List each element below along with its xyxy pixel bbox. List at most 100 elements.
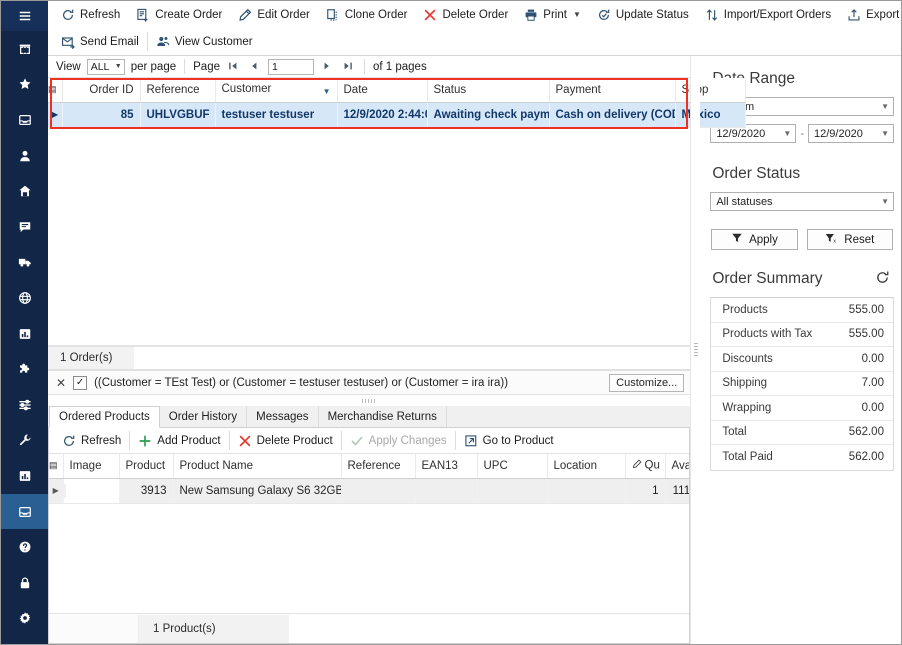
last-page-button[interactable] bbox=[341, 59, 356, 75]
grid-menu-icon[interactable]: ▤ bbox=[49, 454, 64, 479]
table-row[interactable]: ▶ 3913 New Samsung Galaxy S6 32GB G9 New… bbox=[49, 478, 690, 504]
column-header-date[interactable]: Date bbox=[337, 78, 428, 103]
order-summary-title: Order Summary bbox=[712, 270, 823, 287]
sidebar-item-help[interactable] bbox=[1, 529, 48, 565]
per-page-select[interactable]: ALL ▼ bbox=[86, 58, 125, 75]
sidebar-item-store[interactable] bbox=[1, 31, 48, 67]
create-order-button[interactable]: Create Order bbox=[129, 3, 229, 26]
column-header-product[interactable]: Product bbox=[119, 454, 174, 479]
order-status-select[interactable]: All statuses ▼ bbox=[710, 192, 894, 211]
orders-grid-header: ▤ Order ID Reference Customer ▼ Date Sta… bbox=[48, 78, 746, 103]
column-header-customer-label: Customer bbox=[221, 83, 272, 96]
summary-row-discounts: Discounts 0.00 bbox=[711, 347, 893, 372]
summary-label: Products bbox=[722, 303, 768, 316]
apply-button[interactable]: Apply bbox=[711, 229, 798, 250]
column-header-shop[interactable]: Shop bbox=[675, 78, 746, 103]
sidebar-item-statistics[interactable] bbox=[1, 458, 48, 494]
first-page-button[interactable] bbox=[226, 59, 241, 75]
order-status-title: Order Status bbox=[712, 165, 801, 182]
sidebar-item-reports[interactable] bbox=[1, 316, 48, 352]
view-customer-label: View Customer bbox=[174, 35, 253, 48]
sidebar-item-settings[interactable] bbox=[1, 601, 48, 637]
sidebar-item-web[interactable] bbox=[1, 280, 48, 316]
date-to-select[interactable]: 12/9/2020 ▼ bbox=[807, 124, 894, 143]
grid-menu-icon[interactable]: ▤ bbox=[48, 78, 63, 103]
summary-row-wrapping: Wrapping 0.00 bbox=[711, 396, 893, 421]
plus-icon bbox=[138, 434, 152, 448]
go-to-product-button[interactable]: Go to Product bbox=[457, 429, 561, 452]
column-header-reference[interactable]: Reference bbox=[140, 78, 216, 103]
column-header-status[interactable]: Status bbox=[427, 78, 550, 103]
sidebar-item-messages[interactable] bbox=[1, 209, 48, 245]
sidebar-item-security[interactable] bbox=[1, 565, 48, 601]
summary-row-shipping: Shipping 7.00 bbox=[711, 372, 893, 396]
vertical-splitter[interactable] bbox=[690, 56, 701, 644]
import-export-orders-button[interactable]: Import/Export Orders bbox=[698, 3, 838, 26]
tab-messages[interactable]: Messages bbox=[247, 406, 319, 427]
column-header-location[interactable]: Location bbox=[547, 454, 626, 479]
next-page-button[interactable] bbox=[320, 59, 335, 75]
summary-value: 0.00 bbox=[861, 352, 884, 365]
cell-product-name: New Samsung Galaxy S6 32GB G9 New-s6_sam bbox=[173, 478, 342, 504]
filter-enabled-checkbox[interactable]: ✓ bbox=[73, 375, 88, 390]
date-to-value: 12/9/2020 bbox=[813, 127, 863, 140]
apply-changes-button[interactable]: Apply Changes bbox=[343, 429, 454, 452]
column-header-customer[interactable]: Customer ▼ bbox=[215, 78, 338, 103]
refresh-icon[interactable] bbox=[875, 270, 890, 288]
delete-product-button[interactable]: Delete Product bbox=[231, 429, 340, 452]
tab-ordered-products[interactable]: Ordered Products bbox=[49, 406, 160, 428]
sidebar-item-tools[interactable] bbox=[1, 423, 48, 459]
lock-icon bbox=[18, 576, 32, 590]
refresh-button[interactable]: Refresh bbox=[54, 3, 127, 26]
column-header-reference[interactable]: Reference bbox=[341, 454, 416, 479]
toolbar-separator bbox=[146, 32, 148, 51]
filter-expression[interactable]: ((Customer = TEst Test) or (Customer = t… bbox=[94, 377, 602, 389]
person-icon bbox=[18, 149, 32, 163]
summary-row-products-with-tax: Products with Tax 555.00 bbox=[711, 323, 893, 347]
sidebar-item-favorites[interactable] bbox=[1, 67, 48, 103]
send-email-icon bbox=[61, 35, 75, 49]
send-email-button[interactable]: Send Email bbox=[54, 30, 146, 53]
column-header-payment[interactable]: Payment bbox=[549, 78, 676, 103]
tab-order-history[interactable]: Order History bbox=[159, 406, 248, 427]
add-product-button[interactable]: Add Product bbox=[131, 429, 227, 452]
sidebar-item-orders-inbox[interactable] bbox=[1, 102, 48, 138]
column-header-upc[interactable]: UPC bbox=[477, 454, 548, 479]
customize-filter-button[interactable]: Customize... bbox=[609, 373, 685, 392]
sidebar-item-shipping[interactable] bbox=[1, 245, 48, 281]
cell-quantity: 1 bbox=[625, 478, 666, 504]
clone-order-button[interactable]: Clone Order bbox=[319, 3, 415, 26]
view-customer-button[interactable]: View Customer bbox=[149, 30, 260, 53]
export-icon bbox=[847, 8, 861, 22]
filter-icon bbox=[731, 232, 743, 247]
column-header-quantity[interactable]: Qu bbox=[625, 454, 666, 479]
sidebar-item-preferences[interactable] bbox=[1, 387, 48, 423]
sidebar-item-addons[interactable] bbox=[1, 351, 48, 387]
column-header-product-name[interactable]: Product Name bbox=[173, 454, 342, 479]
delete-order-button[interactable]: Delete Order bbox=[416, 3, 515, 26]
edit-order-button[interactable]: Edit Order bbox=[231, 3, 316, 26]
sidebar-item-orders[interactable] bbox=[1, 493, 48, 530]
close-x-icon[interactable]: ✕ bbox=[56, 377, 66, 389]
go-to-product-label: Go to Product bbox=[482, 434, 554, 447]
sidebar-item-home[interactable] bbox=[1, 173, 48, 209]
print-button[interactable]: Print ▼ bbox=[517, 3, 588, 26]
column-header-available[interactable]: Availa bbox=[665, 454, 690, 479]
page-number-input[interactable] bbox=[267, 58, 314, 75]
hamburger-menu-button[interactable] bbox=[1, 1, 48, 31]
sidebar-item-customers[interactable] bbox=[1, 138, 48, 174]
cell-shop: Mexico bbox=[675, 102, 746, 128]
column-header-ean13[interactable]: EAN13 bbox=[415, 454, 478, 479]
cell-available: 1110 bbox=[665, 478, 690, 504]
update-status-button[interactable]: Update Status bbox=[590, 3, 696, 26]
products-refresh-button[interactable]: Refresh bbox=[55, 429, 128, 452]
prev-page-button[interactable] bbox=[247, 59, 262, 75]
column-header-order-id[interactable]: Order ID bbox=[62, 78, 141, 103]
column-header-image[interactable]: Image bbox=[63, 454, 120, 479]
export-button[interactable]: Export ▼ bbox=[840, 3, 902, 26]
horizontal-splitter[interactable] bbox=[48, 395, 691, 406]
table-row[interactable]: ▶ 85 UHLVGBUF testuser testuser 12/9/202… bbox=[48, 102, 746, 128]
edit-order-label: Edit Order bbox=[257, 8, 310, 21]
reset-button[interactable]: x Reset bbox=[806, 229, 893, 250]
tab-merchandise-returns[interactable]: Merchandise Returns bbox=[318, 406, 447, 427]
